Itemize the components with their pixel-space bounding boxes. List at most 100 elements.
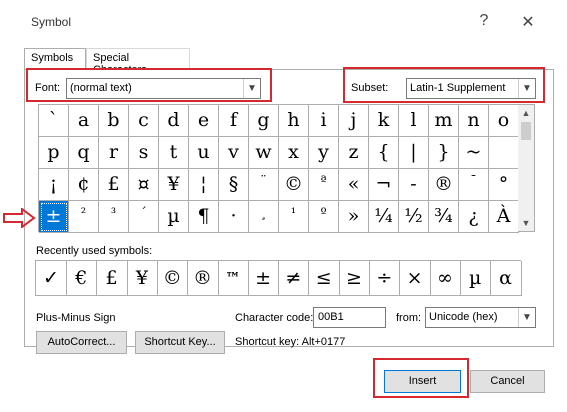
symbol-cell[interactable]: { bbox=[369, 137, 399, 169]
symbol-cell[interactable]: ¬ bbox=[369, 169, 399, 201]
symbol-cell[interactable]: ± bbox=[39, 201, 69, 233]
symbol-cell[interactable]: y bbox=[309, 137, 339, 169]
symbol-cell[interactable]: c bbox=[129, 105, 159, 137]
recent-symbol-cell[interactable]: ≥ bbox=[339, 261, 370, 296]
symbol-cell[interactable]: x bbox=[279, 137, 309, 169]
symbol-cell[interactable]: d bbox=[159, 105, 189, 137]
recent-symbol-cell[interactable]: ¥ bbox=[126, 261, 158, 296]
symbol-cell[interactable]: r bbox=[99, 137, 129, 169]
recent-symbol-cell[interactable]: × bbox=[399, 261, 431, 296]
symbol-cell[interactable]: h bbox=[279, 105, 309, 137]
symbol-cell[interactable]: n bbox=[459, 105, 489, 137]
char-code-input[interactable]: 00B1 bbox=[313, 307, 386, 328]
recent-symbol-cell[interactable]: © bbox=[157, 261, 189, 296]
autocorrect-button[interactable]: AutoCorrect... bbox=[36, 331, 127, 354]
symbol-cell[interactable]: º bbox=[309, 201, 339, 233]
recent-symbol-cell[interactable]: α bbox=[490, 261, 522, 296]
recent-symbol-cell[interactable]: € bbox=[66, 261, 98, 296]
symbol-cell[interactable]: ¾ bbox=[429, 201, 459, 233]
symbol-cell[interactable]: z bbox=[339, 137, 369, 169]
symbol-cell[interactable]: ® bbox=[429, 169, 459, 201]
symbol-grid: ` a b c d e f g h i j k l m n o p q r s t u v w x y z{|} ~ ¡ ¢ £ ¤ ¥ ¦ § ¨ ©… bbox=[38, 104, 519, 233]
symbol-cell[interactable]: p bbox=[39, 137, 69, 169]
symbol-cell[interactable]: § bbox=[219, 169, 249, 201]
tab-special-characters[interactable]: Special Characters bbox=[86, 48, 190, 76]
arrow-right-icon bbox=[3, 208, 36, 228]
symbol-cell[interactable]: ~ bbox=[459, 137, 489, 169]
recent-symbol-cell[interactable]: £ bbox=[96, 261, 128, 296]
recent-symbol-cell[interactable]: ® bbox=[187, 261, 219, 296]
symbol-cell[interactable]: ¶ bbox=[189, 201, 219, 233]
recent-label: Recently used symbols: bbox=[36, 245, 153, 257]
symbol-cell[interactable]: ¥ bbox=[159, 169, 189, 201]
help-icon[interactable]: ? bbox=[474, 12, 494, 30]
char-code-label: Character code: bbox=[235, 312, 314, 324]
symbol-cell[interactable]: « bbox=[339, 169, 369, 201]
close-icon[interactable]: ✕ bbox=[518, 12, 538, 32]
symbol-cell[interactable]: £ bbox=[99, 169, 129, 201]
symbol-cell[interactable]: } bbox=[429, 137, 459, 169]
symbol-cell[interactable]: q bbox=[69, 137, 99, 169]
from-select[interactable]: Unicode (hex) ▼ bbox=[425, 307, 536, 328]
symbol-cell[interactable]: ¼ bbox=[369, 201, 399, 233]
symbol-cell[interactable] bbox=[489, 137, 519, 169]
symbol-cell[interactable]: µ bbox=[159, 201, 189, 233]
symbol-cell[interactable]: ¢ bbox=[69, 169, 99, 201]
recent-symbol-cell[interactable]: ÷ bbox=[369, 261, 401, 296]
recent-symbol-cell[interactable]: ™ bbox=[217, 261, 249, 296]
symbol-cell[interactable]: ` bbox=[39, 105, 69, 137]
symbol-cell[interactable]: © bbox=[279, 169, 309, 201]
symbol-cell[interactable]: ¦ bbox=[189, 169, 219, 201]
symbol-cell[interactable]: k bbox=[369, 105, 399, 137]
symbol-cell[interactable]: l bbox=[399, 105, 429, 137]
symbol-cell[interactable]: b bbox=[99, 105, 129, 137]
symbol-cell[interactable]: À bbox=[489, 201, 519, 233]
scroll-up-icon[interactable]: ▲ bbox=[518, 105, 534, 121]
symbol-cell[interactable]: w bbox=[249, 137, 279, 169]
symbol-cell[interactable]: ¡ bbox=[39, 169, 69, 201]
char-code-value: 00B1 bbox=[318, 311, 344, 323]
symbol-cell[interactable]: ´ bbox=[129, 201, 159, 233]
symbol-cell[interactable]: j bbox=[339, 105, 369, 137]
symbol-cell[interactable]: t bbox=[159, 137, 189, 169]
scroll-thumb[interactable] bbox=[521, 122, 531, 140]
symbol-cell[interactable]: m bbox=[429, 105, 459, 137]
symbol-cell[interactable]: ¨ bbox=[249, 169, 279, 201]
symbol-cell[interactable]: f bbox=[219, 105, 249, 137]
scroll-down-icon[interactable]: ▼ bbox=[518, 215, 534, 231]
symbol-cell[interactable]: ¤ bbox=[129, 169, 159, 201]
symbol-cell[interactable]: ² bbox=[69, 201, 99, 233]
symbol-cell[interactable]: e bbox=[189, 105, 219, 137]
grid-scrollbar[interactable]: ▲ ▼ bbox=[518, 104, 535, 232]
symbol-cell[interactable]: ½ bbox=[399, 201, 429, 233]
recent-symbol-cell[interactable]: ≤ bbox=[308, 261, 340, 296]
recent-symbol-cell[interactable]: ± bbox=[248, 261, 280, 296]
recent-symbol-cell[interactable]: ✓ bbox=[36, 261, 67, 296]
symbol-cell[interactable]: - bbox=[399, 169, 429, 201]
symbol-cell[interactable]: g bbox=[249, 105, 279, 137]
symbol-cell[interactable]: u bbox=[189, 137, 219, 169]
symbol-cell[interactable]: » bbox=[339, 201, 369, 233]
symbol-cell[interactable]: i bbox=[309, 105, 339, 137]
symbol-cell[interactable]: ° bbox=[489, 169, 519, 201]
symbol-cell[interactable]: ¿ bbox=[459, 201, 489, 233]
symbol-cell[interactable]: ³ bbox=[99, 201, 129, 233]
symbol-cell[interactable]: | bbox=[399, 137, 429, 169]
symbol-cell[interactable]: ª bbox=[309, 169, 339, 201]
symbol-cell[interactable]: · bbox=[219, 201, 249, 233]
char-name: Plus-Minus Sign bbox=[36, 312, 116, 324]
cancel-button[interactable]: Cancel bbox=[470, 370, 545, 393]
tab-symbols-label: Symbols bbox=[31, 52, 74, 64]
shortcut-text: Shortcut key: Alt+0177 bbox=[235, 336, 346, 348]
recent-symbol-cell[interactable]: µ bbox=[460, 261, 492, 296]
symbol-cell[interactable]: s bbox=[129, 137, 159, 169]
recent-symbol-cell[interactable]: ≠ bbox=[278, 261, 310, 296]
symbol-cell[interactable]: a bbox=[69, 105, 99, 137]
symbol-cell[interactable]: ¹ bbox=[279, 201, 309, 233]
symbol-cell[interactable]: ¸ bbox=[249, 201, 279, 233]
recent-symbol-cell[interactable]: ∞ bbox=[429, 261, 461, 296]
symbol-cell[interactable]: o bbox=[489, 105, 519, 137]
shortcut-key-button[interactable]: Shortcut Key... bbox=[135, 331, 225, 354]
symbol-cell[interactable]: v bbox=[219, 137, 249, 169]
symbol-cell[interactable]: ¯ bbox=[459, 169, 489, 201]
